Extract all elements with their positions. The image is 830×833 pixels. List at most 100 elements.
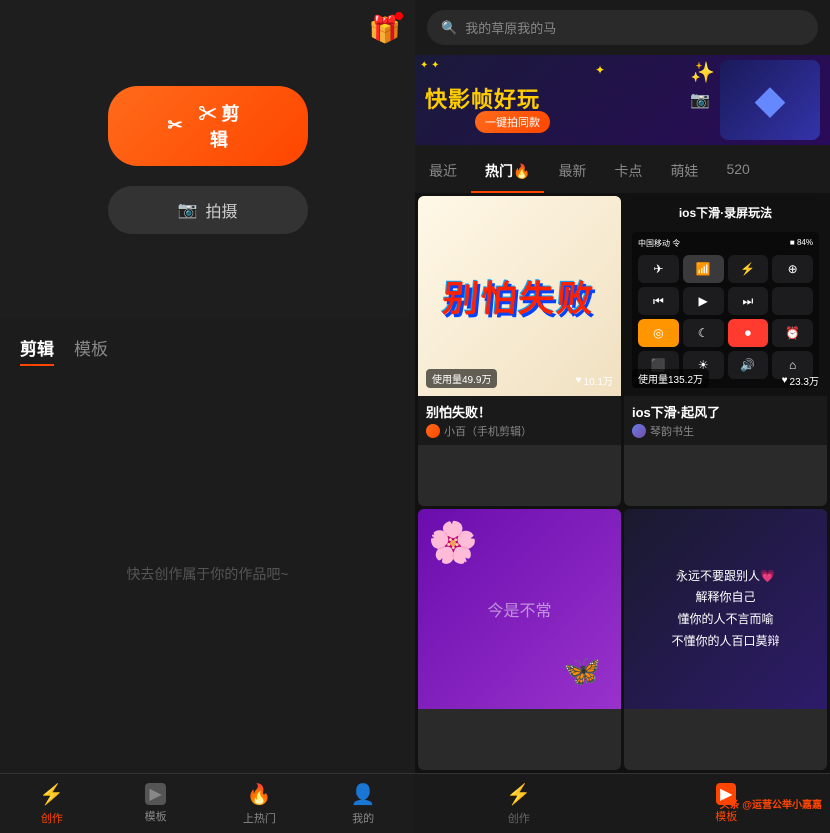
tab-beat[interactable]: 卡点	[600, 155, 656, 193]
flower-decoration: 🌸	[428, 519, 478, 566]
search-icon: 🔍	[441, 20, 457, 36]
thumb-text-container: 别怕失败	[443, 270, 595, 322]
banner-diamond-box: ◆	[720, 60, 820, 140]
ios-mockup: 中国移动 令 ■ 84% ✈ 📶 ⚡ ⊕ ⏮ ▶ ⏭ ◎	[632, 232, 819, 388]
heart-icon-1: ♥	[576, 375, 582, 386]
ios-tile-music-next: ⏭	[728, 287, 769, 315]
sparkle-icon: ✨	[690, 60, 715, 85]
left-nav-create[interactable]: ⚡ 创作	[0, 782, 104, 826]
thumb-bg-text: 别怕失败	[418, 196, 621, 396]
tab-hot[interactable]: 热门🔥	[471, 155, 544, 193]
star-decoration: ✦	[595, 63, 605, 77]
tab-edit[interactable]: 剪辑	[20, 335, 54, 366]
ios-tile-moon: ☾	[683, 319, 724, 347]
scissors-icon: ✂	[168, 115, 183, 136]
ios-tile-empty	[772, 287, 813, 315]
ios-tile-bt: ⚡	[728, 255, 769, 283]
ios-tile-airplane: ✈	[638, 255, 679, 283]
video-card-2[interactable]: ios下滑·录屏玩法 中国移动 令 ■ 84% ✈ 📶 ⚡ ⊕ ⏮ ▶	[624, 196, 827, 506]
left-nav-template[interactable]: ▶ 模板	[104, 783, 208, 824]
user-icon: 👤	[351, 782, 376, 807]
left-panel: 🎁 ✂ ✂ 剪辑 📷 拍摄 剪辑 模板 快去创作属于你的作品吧~ ⚡ 创作	[0, 0, 415, 833]
tab-cute[interactable]: 萌娃	[656, 155, 712, 193]
thumb-3: 🌸 今是不常 🦋	[418, 509, 621, 709]
create-label: 创作	[41, 810, 63, 826]
battery-text: ■ 84%	[790, 238, 813, 249]
left-nav-mine[interactable]: 👤 我的	[311, 782, 415, 826]
avatar-2	[632, 424, 646, 438]
right-panel: 🔍 我的草原我的马 ✦ ✦ 快影帧好玩 一键拍同款 ◆ 📷 ✦ ✨ 最近 热门🔥…	[415, 0, 830, 833]
right-nav-create[interactable]: ⚡ 创作	[415, 782, 623, 826]
like-badge-2: ♥ 23.3万	[782, 373, 819, 388]
usage-badge-2: 使用量135.2万	[632, 369, 709, 388]
empty-hint-text: 快去创作属于你的作品吧~	[126, 564, 288, 584]
tab-520[interactable]: 520	[712, 155, 763, 193]
edit-button[interactable]: ✂ ✂ 剪辑	[108, 86, 308, 166]
usage-badge-1: 使用量49.9万	[426, 369, 497, 388]
thumb-bg-purple: 🌸 今是不常 🦋	[418, 509, 621, 709]
card-author-1: 小百（手机剪辑）	[426, 423, 613, 439]
right-lightning-icon: ⚡	[506, 782, 531, 807]
ios-status-bar: 中国移动 令 ■ 84%	[638, 238, 813, 249]
gift-icon[interactable]: 🎁	[369, 14, 401, 45]
thumb-4: 永远不要跟别人💗解释你自己懂你的人不言而喻不懂你的人百口莫辩	[624, 509, 827, 709]
tab-recent[interactable]: 最近	[415, 155, 471, 193]
card-info-1: 别怕失败！ 小百（手机剪辑）	[418, 396, 621, 445]
purple-text: 今是不常	[457, 567, 581, 651]
butterfly-decoration: 🦋	[564, 654, 601, 689]
lightning-icon: ⚡	[39, 782, 64, 807]
banner-title: 快影帧好玩	[425, 87, 540, 113]
quote-content: 永远不要跟别人💗解释你自己懂你的人不言而喻不懂你的人百口莫辩	[671, 566, 779, 652]
fire-icon: 🔥	[247, 782, 272, 807]
like-badge-1: ♥ 10.1万	[576, 373, 613, 388]
card-info-2: ios下滑·起风了 琴韵书生	[624, 396, 827, 445]
left-nav-hot[interactable]: 🔥 上热门	[208, 782, 312, 826]
author-name-2: 琴韵书生	[650, 423, 694, 439]
right-create-label: 创作	[508, 810, 530, 826]
right-bottom-nav: ⚡ 创作 ▶ 模板 头条 @运营公举小嘉嘉	[415, 773, 830, 833]
watermark-text: 头条 @运营公举小嘉嘉	[719, 774, 830, 833]
like-count-1: 10.1万	[584, 373, 613, 388]
ios-tile-record: ⏺	[728, 319, 769, 347]
hot-label: 上热门	[243, 810, 276, 826]
thumb-bg-ios: ios下滑·录屏玩法 中国移动 令 ■ 84% ✈ 📶 ⚡ ⊕ ⏮ ▶	[624, 196, 827, 396]
ios-tile-circle: ◎	[638, 319, 679, 347]
banner[interactable]: ✦ ✦ 快影帧好玩 一键拍同款 ◆ 📷 ✦ ✨	[415, 55, 830, 145]
ios-tile-music-prev: ⏮	[638, 287, 679, 315]
search-placeholder: 我的草原我的马	[465, 18, 556, 37]
left-preview-area: 🎁 ✂ ✂ 剪辑 📷 拍摄	[0, 0, 415, 319]
tab-latest[interactable]: 最新	[544, 155, 600, 193]
ios-tile-alarm: ⏰	[772, 319, 813, 347]
camera-decoration-icon: 📷	[690, 90, 710, 110]
heart-icon-2: ♥	[782, 375, 788, 386]
thumb-1: 别怕失败 使用量49.9万 ♥ 10.1万	[418, 196, 621, 396]
ios-control-grid: ✈ 📶 ⚡ ⊕ ⏮ ▶ ⏭ ◎ ☾ ⏺ ⏰ ⬛	[638, 255, 813, 379]
video-card-4[interactable]: 永远不要跟别人💗解释你自己懂你的人不言而喻不懂你的人百口莫辩	[624, 509, 827, 770]
ios-tile-wifi: 📶	[683, 255, 724, 283]
ios-tile-airdrop: ⊕	[772, 255, 813, 283]
ios-tile-music-play: ▶	[683, 287, 724, 315]
content-grid: 别怕失败 使用量49.9万 ♥ 10.1万 别怕失败！ 小百（手机剪辑）	[415, 193, 830, 773]
empty-state-hint: 快去创作属于你的作品吧~	[0, 374, 415, 773]
search-input-wrap[interactable]: 🔍 我的草原我的马	[427, 10, 818, 45]
avatar-1	[426, 424, 440, 438]
video-card-3[interactable]: 🌸 今是不常 🦋	[418, 509, 621, 770]
like-count-2: 23.3万	[790, 373, 819, 388]
left-bottom-nav: ⚡ 创作 ▶ 模板 🔥 上热门 👤 我的	[0, 773, 415, 833]
template-label: 模板	[145, 808, 167, 824]
search-bar: 🔍 我的草原我的马	[415, 0, 830, 55]
thumb-2: ios下滑·录屏玩法 中国移动 令 ■ 84% ✈ 📶 ⚡ ⊕ ⏮ ▶	[624, 196, 827, 396]
card-author-2: 琴韵书生	[632, 423, 819, 439]
shoot-label: 拍摄	[205, 198, 237, 222]
shoot-button[interactable]: 📷 拍摄	[108, 186, 308, 234]
author-name-1: 小百（手机剪辑）	[444, 423, 532, 439]
banner-badge: 一键拍同款	[475, 111, 550, 133]
tab-template[interactable]: 模板	[74, 335, 108, 366]
card-title-1: 别怕失败！	[426, 402, 613, 421]
ios-tile-vol: 🔊	[728, 351, 769, 379]
thumb-main-text: 别怕失败	[441, 270, 598, 322]
action-buttons: ✂ ✂ 剪辑 📷 拍摄	[108, 86, 308, 234]
play-icon: ▶	[145, 783, 165, 805]
video-card-1[interactable]: 别怕失败 使用量49.9万 ♥ 10.1万 别怕失败！ 小百（手机剪辑）	[418, 196, 621, 506]
ios-title: ios下滑·录屏玩法	[679, 204, 772, 221]
